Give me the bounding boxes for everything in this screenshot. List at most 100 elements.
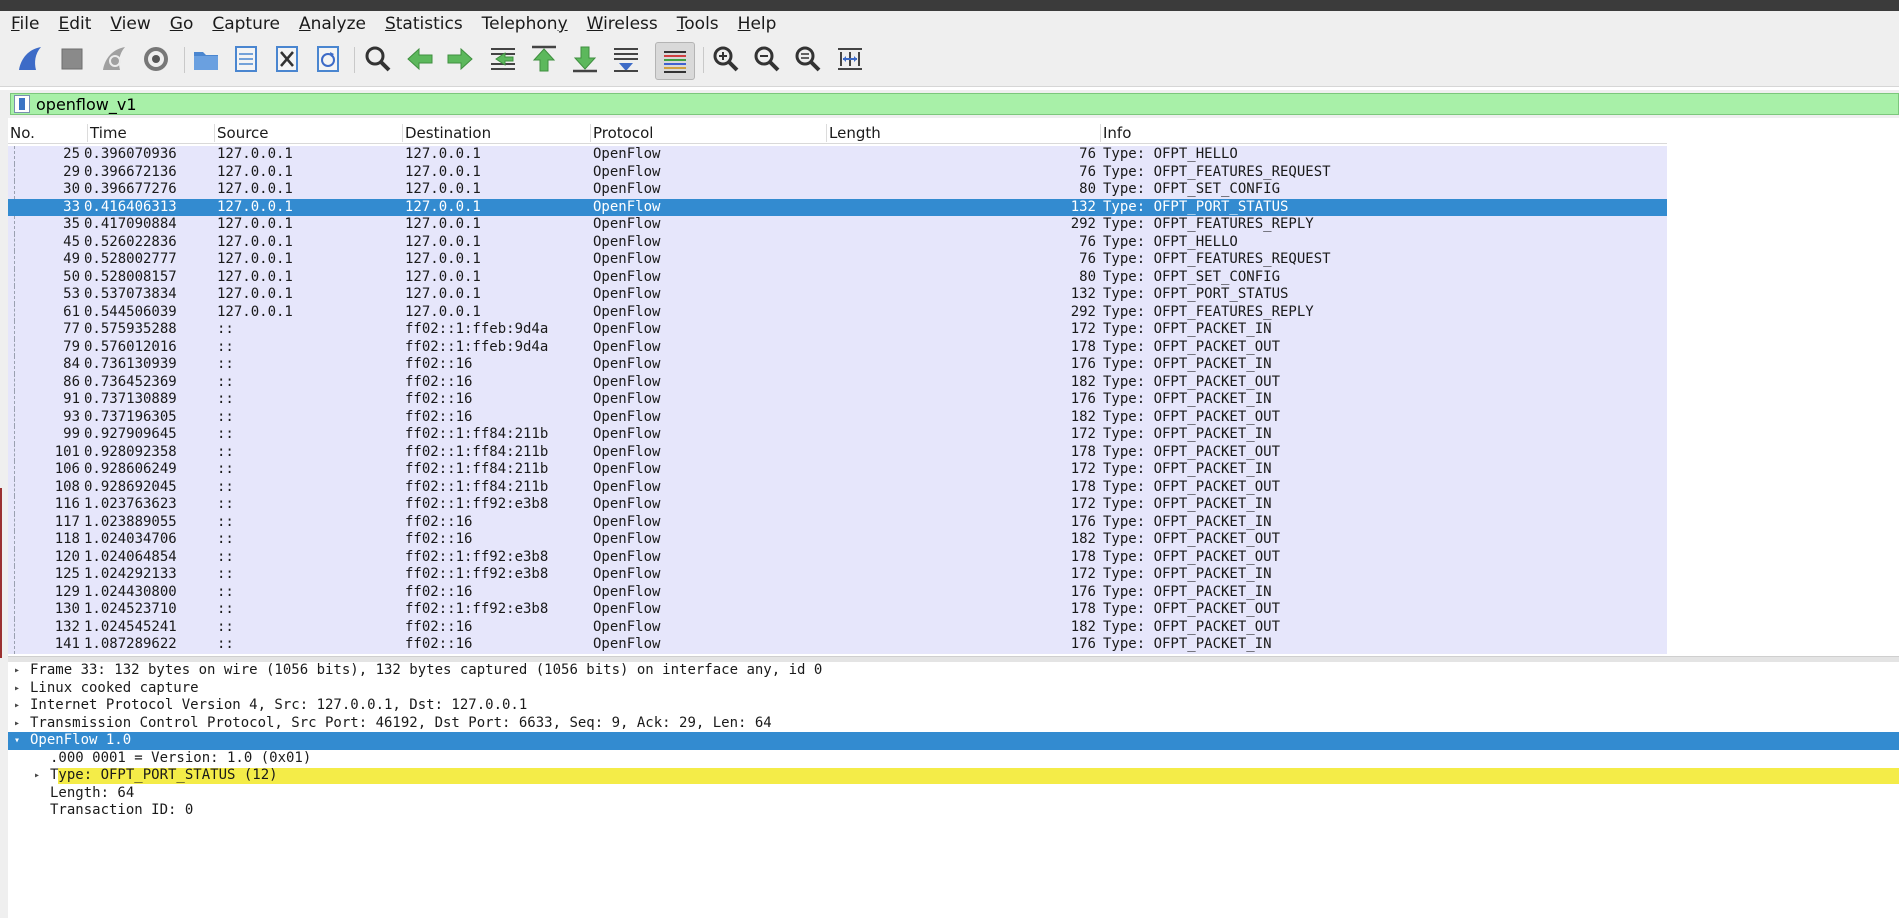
menu-label: ools: [684, 14, 719, 34]
shark-start-icon[interactable]: [14, 43, 46, 75]
menu-item[interactable]: Help: [730, 14, 785, 34]
menu-item[interactable]: Go: [162, 14, 202, 34]
autoscroll-icon[interactable]: [610, 43, 642, 75]
packet-row[interactable]: 49 0.528002777 127.0.0.1 127.0.0.1 OpenFlow 7…: [8, 251, 1667, 269]
find-icon[interactable]: [362, 43, 394, 75]
packet-row[interactable]: 125 1.024292133:: ff02::1:ff92:e3b8 OpenFlo…: [8, 566, 1667, 584]
menu-item[interactable]: Edit: [50, 14, 99, 34]
menu-item[interactable]: Tools: [669, 14, 727, 34]
column-header-no[interactable]: No.: [8, 124, 88, 142]
resize-columns-icon[interactable]: [834, 43, 866, 75]
column-header-time[interactable]: Time: [87, 124, 216, 142]
packet-row[interactable]: 50 0.528008157 127.0.0.1 127.0.0.1 OpenFlow 8…: [8, 268, 1667, 286]
collapse-arrow-icon[interactable]: ▸: [10, 662, 24, 680]
packet-row[interactable]: 141 1.087289622:: ff02::16 OpenFlow 176 Type:…: [8, 636, 1667, 654]
detail-tree-item[interactable]: .000 0001 = Version: 1.0 (0x01): [8, 750, 1899, 768]
column-header-destination[interactable]: Destination: [402, 124, 592, 142]
packet-details-tree[interactable]: ▸ Frame 33: 132 bytes on wire (1056 bits)…: [8, 662, 1899, 918]
packet-time: 1.087289622: [84, 636, 177, 652]
restart-icon[interactable]: [98, 43, 130, 75]
packet-row[interactable]: 86 0.736452369:: ff02::16 OpenFlow 182 Type: …: [8, 373, 1667, 391]
collapse-arrow-icon[interactable]: ▸: [30, 767, 44, 785]
packet-row[interactable]: 84 0.736130939:: ff02::16 OpenFlow 176 Type: …: [8, 356, 1667, 374]
column-header-source[interactable]: Source: [214, 124, 404, 142]
detail-tree-item[interactable]: ▸ Linux cooked capture: [8, 680, 1899, 698]
zoom-in-icon[interactable]: [710, 43, 742, 75]
packet-row[interactable]: 93 0.737196305:: ff02::16 OpenFlow 182 Type: …: [8, 408, 1667, 426]
open-folder-icon[interactable]: [190, 43, 222, 75]
packet-row[interactable]: 120 1.024064854:: ff02::1:ff92:e3b8 OpenFlo…: [8, 548, 1667, 566]
packet-info: Type: OFPT_PORT_STATUS: [1103, 286, 1289, 302]
menu-item[interactable]: File: [3, 14, 47, 34]
menu-item[interactable]: View: [102, 14, 158, 34]
collapse-arrow-icon[interactable]: ▸: [10, 715, 24, 733]
packet-length: 178: [1070, 478, 1096, 495]
colorize-icon[interactable]: [655, 42, 695, 80]
detail-tree-item[interactable]: ▸ Frame 33: 132 bytes on wire (1056 bits)…: [8, 662, 1899, 680]
packet-row[interactable]: 33 0.416406313 127.0.0.1 127.0.0.1 OpenFlow 1…: [8, 198, 1667, 216]
column-header-protocol[interactable]: Protocol: [590, 124, 828, 142]
packet-row[interactable]: 30 0.396677276 127.0.0.1 127.0.0.1 OpenFlow 8…: [8, 181, 1667, 199]
packet-row[interactable]: 130 1.024523710:: ff02::1:ff92:e3b8 OpenFlo…: [8, 601, 1667, 619]
packet-length: 172: [1070, 496, 1096, 512]
packet-row[interactable]: 132 1.024545241:: ff02::16 OpenFlow 182 Type:…: [8, 618, 1667, 636]
packet-row[interactable]: 77 0.575935288:: ff02::1:ffeb:9d4a OpenFlow…: [8, 321, 1667, 339]
display-filter-input[interactable]: openflow_v1: [10, 93, 1899, 115]
display-filter-value: openflow_v1: [36, 94, 137, 114]
last-packet-icon[interactable]: [569, 43, 601, 75]
close-file-icon[interactable]: [271, 43, 303, 75]
packet-no: 33: [63, 198, 80, 215]
menu-item[interactable]: Analyze: [291, 14, 374, 34]
packet-source: ::: [217, 321, 234, 337]
packet-info: Type: OFPT_HELLO: [1103, 146, 1238, 162]
detail-tree-item[interactable]: ▸ Transmission Control Protocol, Src Port…: [8, 715, 1899, 733]
menu-item[interactable]: Statistics: [377, 14, 471, 34]
menu-item[interactable]: Capture: [204, 14, 288, 34]
column-header-length[interactable]: Length: [826, 124, 1102, 142]
detail-tree-item[interactable]: Length: 64: [8, 785, 1899, 803]
detail-tree-item[interactable]: ▸ Internet Protocol Version 4, Src: 127.0…: [8, 697, 1899, 715]
packet-row[interactable]: 108 0.928692045:: ff02::1:ff84:211b OpenFlo…: [8, 478, 1667, 496]
packet-info: Type: OFPT_PACKET_IN: [1103, 496, 1272, 512]
go-forward-icon[interactable]: [444, 43, 476, 75]
packet-no: 120: [54, 548, 80, 565]
reload-icon[interactable]: [312, 43, 344, 75]
packet-row[interactable]: 129 1.024430800:: ff02::16 OpenFlow 176 Type:…: [8, 583, 1667, 601]
packet-row[interactable]: 79 0.576012016:: ff02::1:ffeb:9d4a OpenFlow…: [8, 338, 1667, 356]
first-packet-icon[interactable]: [528, 43, 560, 75]
packet-row[interactable]: 118 1.024034706:: ff02::16 OpenFlow 182 Type:…: [8, 531, 1667, 549]
packet-list[interactable]: 25 0.396070936 127.0.0.1 127.0.0.1 OpenFlow 7…: [8, 146, 1667, 654]
detail-tree-item[interactable]: ▸ Type: OFPT_PORT_STATUS (12): [8, 767, 1899, 785]
zoom-out-icon[interactable]: [751, 43, 783, 75]
packet-row[interactable]: 53 0.537073834 127.0.0.1 127.0.0.1 OpenFlow 1…: [8, 286, 1667, 304]
packet-row[interactable]: 61 0.544506039 127.0.0.1 127.0.0.1 OpenFlow 2…: [8, 303, 1667, 321]
go-to-packet-icon[interactable]: [487, 43, 519, 75]
detail-tree-item[interactable]: Transaction ID: 0: [8, 802, 1899, 820]
packet-row[interactable]: 117 1.023889055:: ff02::16 OpenFlow 176 Type:…: [8, 513, 1667, 531]
zoom-reset-icon[interactable]: [792, 43, 824, 75]
go-back-icon[interactable]: [404, 43, 436, 75]
stop-icon[interactable]: [56, 43, 88, 75]
menu-item[interactable]: Wireless: [579, 14, 666, 34]
column-header-info[interactable]: Info: [1100, 124, 1668, 142]
packet-row[interactable]: 35 0.417090884 127.0.0.1 127.0.0.1 OpenFlow 2…: [8, 216, 1667, 234]
capture-options-icon[interactable]: [140, 43, 172, 75]
collapse-arrow-icon[interactable]: ▸: [10, 680, 24, 698]
packet-row[interactable]: 91 0.737130889:: ff02::16 OpenFlow 176 Type: …: [8, 391, 1667, 409]
packet-row[interactable]: 99 0.927909645:: ff02::1:ff84:211b OpenFlow…: [8, 426, 1667, 444]
detail-text: Linux cooked capture: [30, 679, 199, 696]
packet-row[interactable]: 116 1.023763623:: ff02::1:ff92:e3b8 OpenFlo…: [8, 496, 1667, 514]
packet-no: 91: [63, 391, 80, 407]
packet-row[interactable]: 106 0.928606249:: ff02::1:ff84:211b OpenFlo…: [8, 461, 1667, 479]
detail-tree-item[interactable]: ▾ OpenFlow 1.0: [8, 732, 1899, 750]
packet-row[interactable]: 101 0.928092358:: ff02::1:ff84:211b OpenFlo…: [8, 443, 1667, 461]
packet-row[interactable]: 29 0.396672136 127.0.0.1 127.0.0.1 OpenFlow 7…: [8, 163, 1667, 181]
packet-row[interactable]: 25 0.396070936 127.0.0.1 127.0.0.1 OpenFlow 7…: [8, 146, 1667, 164]
menu-item[interactable]: Telephony: [474, 14, 576, 34]
packet-row[interactable]: 45 0.526022836 127.0.0.1 127.0.0.1 OpenFlow 7…: [8, 233, 1667, 251]
expand-arrow-icon[interactable]: ▾: [10, 732, 24, 750]
collapse-arrow-icon[interactable]: ▸: [10, 697, 24, 715]
save-file-icon[interactable]: [230, 43, 262, 75]
bookmark-icon[interactable]: [14, 95, 30, 113]
packet-protocol: OpenFlow: [593, 566, 661, 582]
